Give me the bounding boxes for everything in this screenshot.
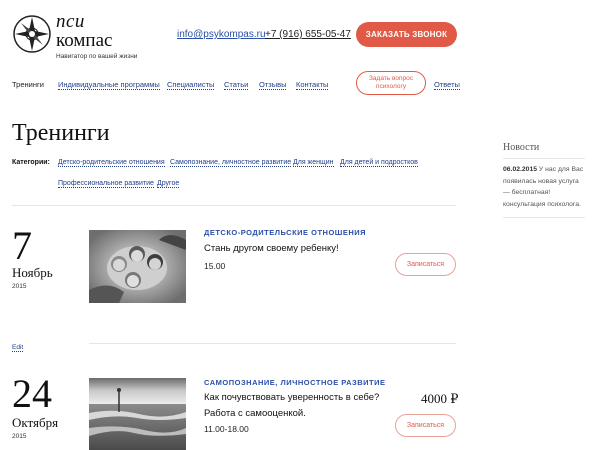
- divider: [89, 343, 456, 344]
- category-link-parent-child[interactable]: Детско-родительские отношения: [58, 159, 165, 167]
- brand-tagline: Навигатор по вашей жизни: [56, 53, 138, 60]
- event-title[interactable]: Стань другом своему ребенку!: [204, 241, 384, 257]
- compass-logo-icon: [13, 15, 51, 53]
- signup-button[interactable]: Записаться: [395, 414, 456, 437]
- news-item[interactable]: 06.02.2015 У нас для Вас появилась новая…: [503, 164, 585, 210]
- news-title: Новости: [503, 142, 540, 153]
- page-title: Тренинги: [12, 120, 110, 146]
- event-photo-children-icon: [89, 230, 186, 303]
- brand-name-line2: компас: [56, 30, 113, 51]
- nav-item-contacts[interactable]: Контакты: [296, 80, 329, 90]
- event-photo-sea-icon: [89, 378, 186, 450]
- nav-item-answers[interactable]: Ответы: [434, 80, 460, 90]
- brand-name: пси компас: [56, 12, 112, 50]
- event-time: 11.00-18.00: [204, 424, 249, 434]
- email-link[interactable]: info@psykompas.ru: [177, 29, 266, 40]
- categories-label: Категории:: [12, 159, 50, 166]
- ask-psychologist-button[interactable]: Задать вопрос психологу: [356, 71, 426, 95]
- event-category[interactable]: САМОПОЗНАНИЕ, ЛИЧНОСТНОЕ РАЗВИТИЕ: [204, 378, 386, 387]
- event-month: Октября: [12, 415, 59, 430]
- event-title[interactable]: Как почувствовать уверенность в себе? Ра…: [204, 390, 386, 422]
- brand-name-line1: пси: [56, 11, 85, 32]
- nav-item-label: Тренинги: [12, 80, 44, 89]
- nav-item-label: Индивидуальные программы: [58, 80, 160, 90]
- event-price: 4000 ₽: [421, 391, 459, 406]
- category-link-self-knowledge[interactable]: Самопознание, личностное развитие: [170, 159, 292, 167]
- divider: [503, 158, 585, 159]
- nav-item-trainings[interactable]: Тренинги: [12, 80, 44, 89]
- divider: [503, 217, 585, 218]
- nav-item-individual-programs[interactable]: Индивидуальные программы: [58, 80, 160, 90]
- nav-item-specialists[interactable]: Специалисты: [167, 80, 215, 90]
- event-year: 2015: [12, 283, 27, 290]
- nav-item-articles[interactable]: Статьи: [224, 80, 249, 90]
- category-link-children[interactable]: Для детей и подростков: [340, 159, 418, 167]
- event-day: 24: [12, 371, 52, 416]
- category-link-professional[interactable]: Профессиональное развитие: [58, 180, 154, 188]
- event-month: Ноябрь: [12, 265, 53, 280]
- category-link-other[interactable]: Другое: [157, 180, 180, 188]
- event-day: 7: [12, 223, 32, 268]
- nav-item-label: Специалисты: [167, 80, 215, 90]
- nav-item-label: Контакты: [296, 80, 329, 90]
- event-image: [89, 378, 186, 450]
- nav-item-label: Статьи: [224, 80, 249, 90]
- nav-item-reviews[interactable]: Отзывы: [259, 80, 287, 90]
- event-image: [89, 230, 186, 303]
- edit-link[interactable]: Edit: [12, 344, 24, 352]
- site-logo[interactable]: пси компас Навигатор по вашей жизни: [12, 12, 152, 60]
- event-time: 15.00: [204, 261, 226, 271]
- nav-item-label: Отзывы: [259, 80, 287, 90]
- news-date: 06.02.2015: [503, 166, 538, 173]
- phone-link[interactable]: +7 (916) 655-05-47: [265, 29, 351, 40]
- nav-item-label: Ответы: [434, 80, 460, 90]
- order-call-button[interactable]: ЗАКАЗАТЬ ЗВОНОК: [356, 22, 457, 47]
- event-year: 2015: [12, 433, 27, 440]
- signup-button[interactable]: Записаться: [395, 253, 456, 276]
- category-link-women[interactable]: Для женщин: [293, 159, 334, 167]
- event-category[interactable]: ДЕТСКО-РОДИТЕЛЬСКИЕ ОТНОШЕНИЯ: [204, 228, 366, 237]
- divider: [12, 205, 456, 206]
